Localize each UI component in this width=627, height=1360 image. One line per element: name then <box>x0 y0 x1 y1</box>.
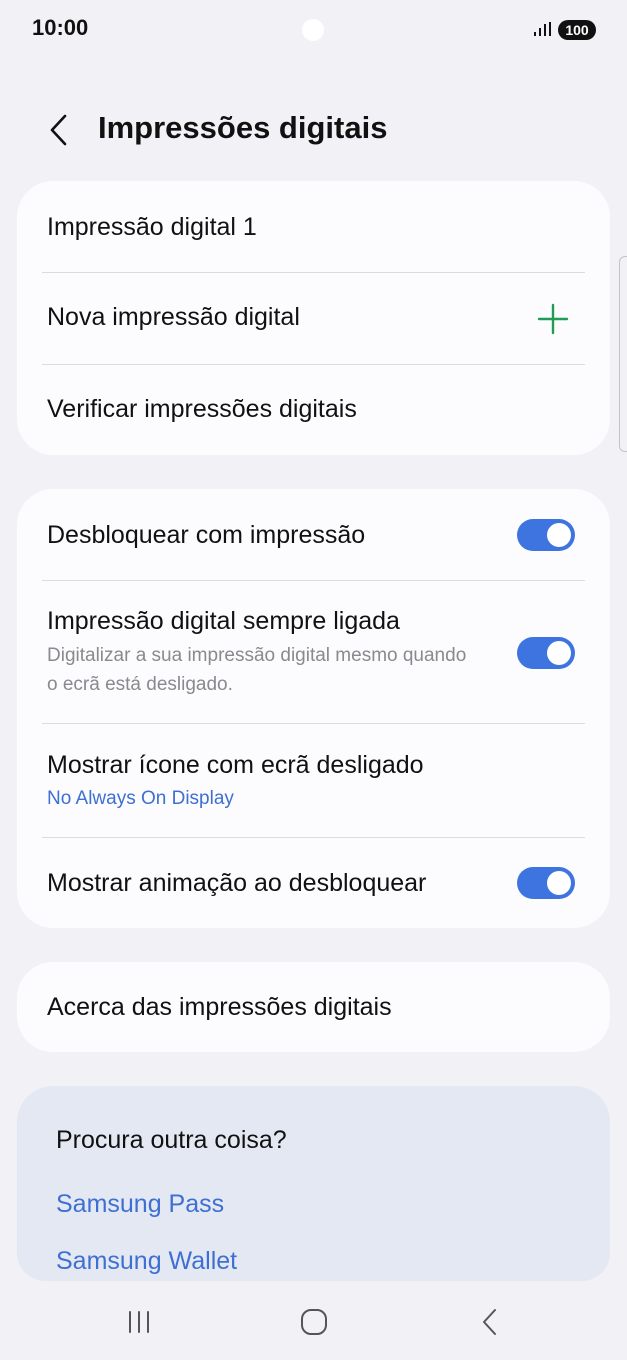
list-item-label: Acerca das impressões digitais <box>47 993 392 1021</box>
chevron-left-icon <box>50 114 67 146</box>
unlock-with-fingerprint-toggle[interactable] <box>517 519 575 551</box>
toggle-knob <box>547 871 571 895</box>
fingerprint-1-item[interactable]: Impressão digital 1 <box>17 181 610 271</box>
battery-badge: 100 <box>558 20 596 40</box>
home-button[interactable] <box>290 1304 338 1340</box>
status-bar: 10:00 100 <box>0 0 627 60</box>
toggle-knob <box>547 523 571 547</box>
samsung-pass-link[interactable]: Samsung Pass <box>56 1190 224 1219</box>
list-item-label: Mostrar animação ao desbloquear <box>47 869 427 897</box>
fingerprints-settings-screen: 10:00 100 Impressões digitais Impressão … <box>0 0 627 1360</box>
list-item-label: Mostrar ícone com ecrã desligado <box>47 751 424 779</box>
list-item-label: Verificar impressões digitais <box>47 395 357 423</box>
back-button[interactable] <box>40 108 76 152</box>
toggle-knob <box>547 641 571 665</box>
plus-icon[interactable] <box>536 302 570 336</box>
list-item-description: Digitalizar a sua impressão digital mesm… <box>47 645 467 695</box>
add-fingerprint-item[interactable]: Nova impressão digital <box>17 273 610 363</box>
about-fingerprints-item[interactable]: Acerca das impressões digitais <box>17 962 610 1052</box>
back-icon <box>483 1309 496 1335</box>
unlock-animation-toggle[interactable] <box>517 867 575 899</box>
status-time: 10:00 <box>32 15 89 40</box>
about-card: Acerca das impressões digitais <box>17 962 610 1052</box>
fingerprint-always-on-toggle[interactable] <box>517 637 575 669</box>
recent-apps-icon <box>129 1311 149 1333</box>
navigation-bar <box>0 1282 627 1360</box>
list-item-label: Nova impressão digital <box>47 303 300 331</box>
camera-cutout <box>302 19 324 41</box>
list-item-label: Desbloquear com impressão <box>47 521 366 549</box>
nav-back-button[interactable] <box>466 1304 514 1340</box>
home-icon <box>301 1309 327 1335</box>
unlock-animation-item[interactable]: Mostrar animação ao desbloquear <box>17 838 610 928</box>
signal-bars-icon <box>534 22 551 36</box>
fingerprint-always-on-item[interactable]: Impressão digital sempre ligada Digitali… <box>17 581 610 723</box>
fingerprints-card: Impressão digital 1 Nova impressão digit… <box>17 181 610 455</box>
suggestions-card: Procura outra coisa? Samsung Pass Samsun… <box>17 1086 610 1281</box>
unlock-with-fingerprint-item[interactable]: Desbloquear com impressão <box>17 489 610 580</box>
list-item-label: Impressão digital 1 <box>47 213 257 241</box>
show-icon-screen-off-item[interactable]: Mostrar ícone com ecrã desligado No Alwa… <box>17 724 610 837</box>
samsung-wallet-link[interactable]: Samsung Wallet <box>56 1247 237 1276</box>
fingerprint-settings-card: Desbloquear com impressão Impressão digi… <box>17 489 610 928</box>
suggestions-title: Procura outra coisa? <box>56 1126 287 1154</box>
list-item-label: Impressão digital sempre ligada <box>47 607 400 635</box>
page-title: Impressões digitais <box>98 110 388 145</box>
page-header: Impressões digitais <box>0 100 627 160</box>
check-fingerprints-item[interactable]: Verificar impressões digitais <box>17 365 610 455</box>
edge-panel-handle[interactable] <box>619 256 627 452</box>
list-item-value: No Always On Display <box>47 788 234 809</box>
recent-apps-button[interactable] <box>115 1304 163 1340</box>
